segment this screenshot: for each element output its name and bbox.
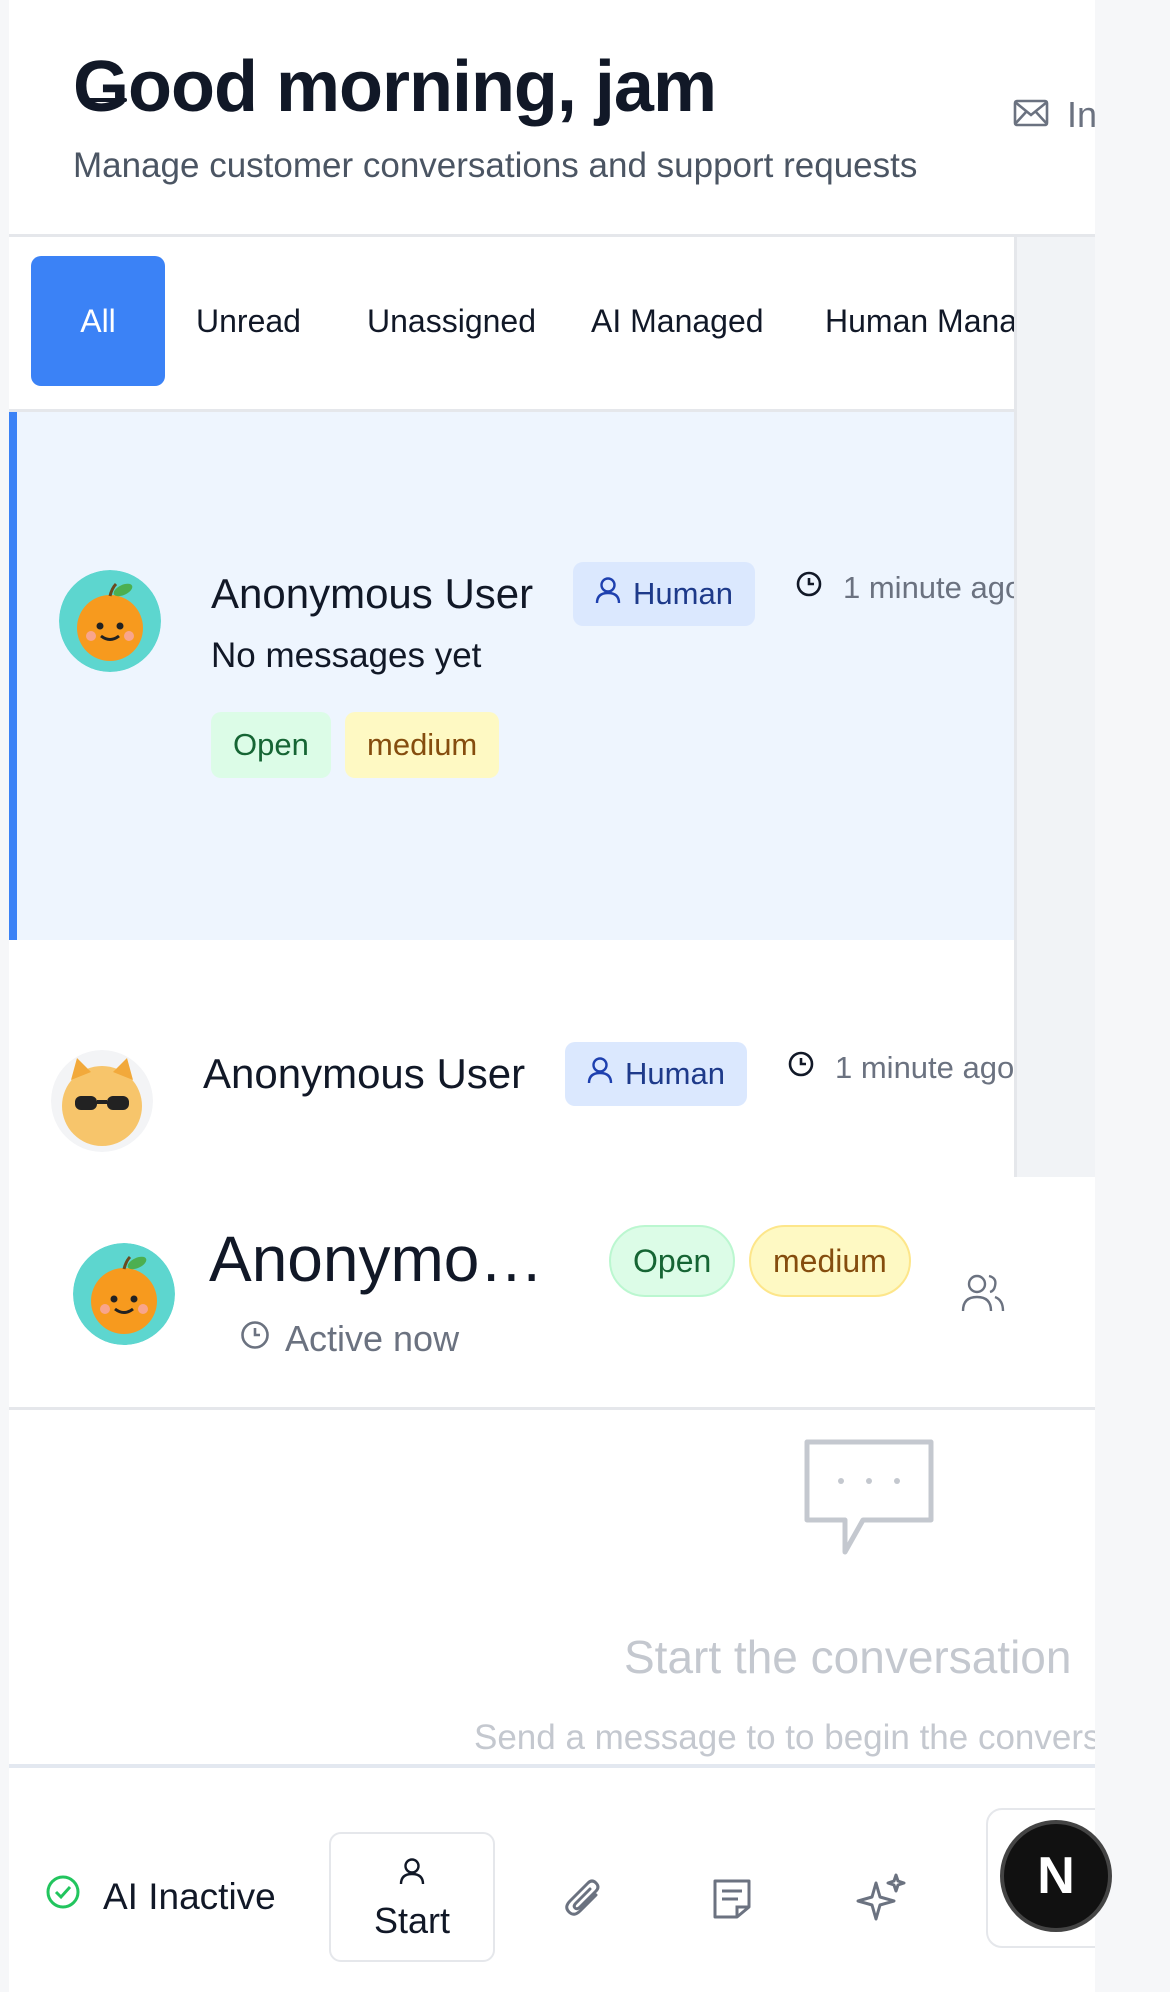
conversation-list: Anonymous User Human 1 minute ago No mes… xyxy=(9,412,1014,1177)
ai-status-label: AI Inactive xyxy=(103,1875,276,1917)
orange-avatar-icon xyxy=(59,570,161,672)
conversation-name: Anonymous User xyxy=(203,1050,526,1097)
orange-avatar-icon xyxy=(73,1243,175,1345)
tab-all[interactable]: All xyxy=(31,256,165,386)
priority-chip: medium xyxy=(749,1225,911,1297)
inbox-button[interactable]: Inbox xyxy=(1013,94,1095,136)
ai-status-toggle[interactable]: AI Inactive xyxy=(45,1874,276,1919)
conversation-time: 1 minute ago xyxy=(787,1050,1014,1086)
tab-unassigned[interactable]: Unassigned xyxy=(367,256,536,386)
n-badge-button[interactable]: N xyxy=(1000,1820,1112,1932)
start-label: Start xyxy=(373,1900,451,1941)
empty-state-title: Start the conversation xyxy=(624,1631,1072,1683)
start-button[interactable]: Start xyxy=(329,1832,495,1962)
handler-badge: Human xyxy=(573,562,755,626)
page-subtitle: Manage customer conversations and suppor… xyxy=(73,146,918,185)
status-chip: Open xyxy=(609,1225,736,1297)
tab-ai-managed[interactable]: AI Managed xyxy=(591,256,764,386)
sparkles-icon[interactable] xyxy=(855,1872,909,1926)
page-title: Good morning, jam xyxy=(73,47,717,127)
clock-icon xyxy=(787,1050,815,1086)
inbox-label: Inbox xyxy=(1067,94,1095,135)
message-preview: No messages yet xyxy=(211,636,482,675)
paperclip-icon[interactable] xyxy=(557,1872,611,1926)
handler-label: Human xyxy=(633,576,733,611)
mail-icon xyxy=(1013,99,1049,132)
chat-presence: Active now xyxy=(239,1318,459,1360)
page-header: Good morning, jam Manage customer conver… xyxy=(9,0,1095,237)
tab-human-managed[interactable]: Human Managed xyxy=(825,256,1014,386)
conversation-item[interactable]: Anonymous User Human 1 minute a xyxy=(9,940,1014,1177)
user-icon xyxy=(399,1852,425,1894)
time-label: 1 minute ago xyxy=(843,570,1014,605)
cat-sunglasses-avatar-icon xyxy=(51,1050,153,1152)
chat-contact-name: Anonymous User xyxy=(209,1223,569,1295)
app-window: Good morning, jam Manage customer conver… xyxy=(9,0,1095,1992)
tab-unread[interactable]: Unread xyxy=(196,256,301,386)
menu-icon[interactable] xyxy=(87,98,127,102)
status-badge: Open xyxy=(211,712,331,778)
note-icon[interactable] xyxy=(705,1872,759,1926)
handler-badge: Human xyxy=(565,1042,747,1106)
conversation-time: 1 minute ago xyxy=(795,570,1014,606)
filter-tabs: All Unread Unassigned AI Managed Human M… xyxy=(9,240,1014,412)
clock-icon xyxy=(239,1318,271,1360)
chat-bubble-icon xyxy=(799,1434,939,1567)
handler-label: Human xyxy=(625,1056,725,1091)
side-panel-strip xyxy=(1014,237,1095,1177)
check-circle-icon xyxy=(45,1874,81,1919)
presence-label: Active now xyxy=(285,1318,460,1359)
conversation-item[interactable]: Anonymous User Human 1 minute a xyxy=(9,412,1014,940)
participants-icon[interactable] xyxy=(961,1272,1005,1319)
priority-badge: medium xyxy=(345,712,500,778)
empty-state-subtitle: Send a message to to begin the conversat… xyxy=(474,1718,1095,1757)
conversation-name: Anonymous User xyxy=(211,570,534,617)
time-label: 1 minute ago xyxy=(835,1050,1014,1085)
clock-icon xyxy=(795,570,823,606)
user-icon xyxy=(595,576,621,612)
user-icon xyxy=(587,1056,613,1092)
